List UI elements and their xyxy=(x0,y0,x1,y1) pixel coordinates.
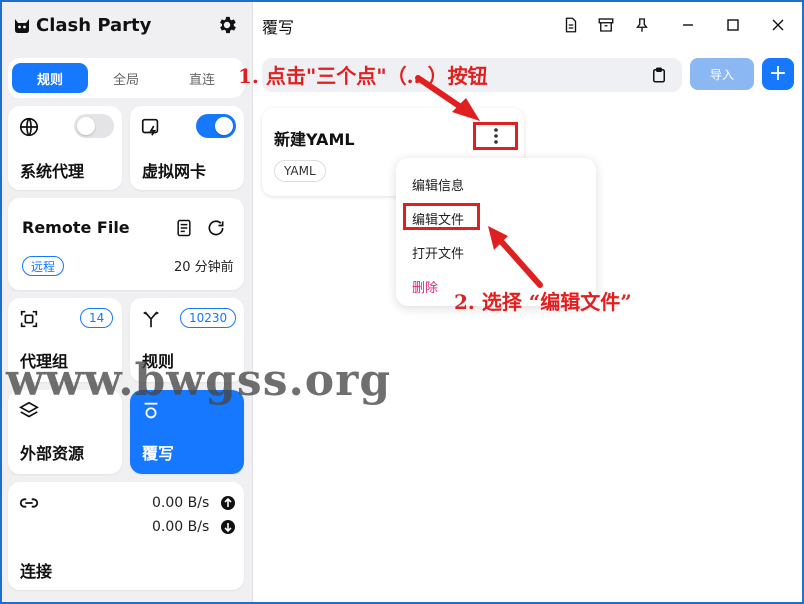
annotation-step-1: 1. 点击"三个点"（...）按钮 xyxy=(238,64,488,88)
annotation-arrows xyxy=(415,75,543,288)
watermark-text: www.bwgss.org xyxy=(6,355,392,406)
annotation-step-2: 2. 选择 “编辑文件” xyxy=(454,290,632,314)
